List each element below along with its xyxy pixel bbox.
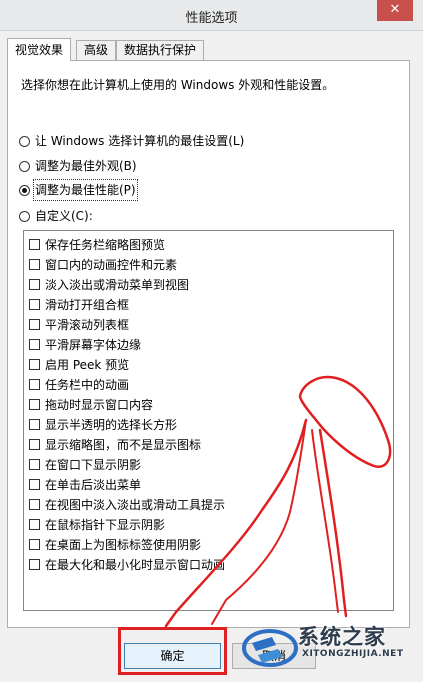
list-item[interactable]: 窗口内的动画控件和元素 — [29, 255, 177, 273]
checkbox-label: 平滑屏幕字体边缘 — [45, 337, 142, 352]
radio-custom[interactable]: 自定义(C): — [19, 207, 93, 225]
radio-button[interactable] — [19, 135, 30, 147]
checkbox[interactable] — [29, 478, 40, 490]
list-item[interactable]: 在视图中淡入淡出或滑动工具提示 — [29, 495, 225, 513]
close-icon: ✕ — [389, 2, 401, 17]
radio-button[interactable] — [19, 160, 30, 172]
checkbox[interactable] — [29, 278, 40, 290]
radio-label: 调整为最佳外观(B) — [35, 159, 137, 173]
checkbox-label: 在视图中淡入淡出或滑动工具提示 — [45, 497, 226, 512]
checkbox-label: 滑动打开组合框 — [45, 297, 130, 312]
checkbox[interactable] — [29, 318, 40, 330]
checkbox[interactable] — [29, 558, 40, 570]
list-item[interactable]: 淡入淡出或滑动菜单到视图 — [29, 275, 189, 293]
tab-visual-effects[interactable]: 视觉效果 — [7, 38, 72, 61]
close-button[interactable]: ✕ — [377, 0, 413, 21]
radio-let-windows-choose[interactable]: 让 Windows 选择计算机的最佳设置(L) — [19, 132, 244, 150]
checkbox-label: 显示缩略图，而不是显示图标 — [45, 437, 202, 452]
list-item[interactable]: 拖动时显示窗口内容 — [29, 395, 153, 413]
cancel-button[interactable]: 取消 — [232, 643, 316, 669]
list-item[interactable]: 在窗口下显示阴影 — [29, 455, 141, 473]
list-item[interactable]: 平滑滚动列表框 — [29, 315, 129, 333]
list-item[interactable]: 平滑屏幕字体边缘 — [29, 335, 141, 353]
checkbox-label: 在鼠标指针下显示阴影 — [45, 517, 166, 532]
checkbox[interactable] — [29, 538, 40, 550]
tab-advanced[interactable]: 高级 — [76, 40, 117, 60]
checkbox[interactable] — [29, 298, 40, 310]
checkbox[interactable] — [29, 518, 40, 530]
checkbox-label: 任务栏中的动画 — [45, 377, 130, 392]
checkbox-label: 拖动时显示窗口内容 — [45, 397, 154, 412]
list-item[interactable]: 保存任务栏缩略图预览 — [29, 235, 165, 253]
checkbox[interactable] — [29, 438, 40, 450]
checkbox[interactable] — [29, 378, 40, 390]
list-item[interactable]: 任务栏中的动画 — [29, 375, 129, 393]
radio-best-appearance[interactable]: 调整为最佳外观(B) — [19, 157, 137, 175]
title-bar: 性能选项 ✕ — [0, 0, 423, 31]
list-item[interactable]: 滑动打开组合框 — [29, 295, 129, 313]
list-item[interactable]: 显示缩略图，而不是显示图标 — [29, 435, 201, 453]
checkbox-label: 在单击后淡出菜单 — [45, 477, 142, 492]
radio-label: 自定义(C): — [35, 209, 93, 223]
watermark-url: XITONGZHIJIA.NET — [302, 649, 404, 659]
checkbox[interactable] — [29, 458, 40, 470]
window-title: 性能选项 — [185, 11, 238, 26]
list-item[interactable]: 在鼠标指针下显示阴影 — [29, 515, 165, 533]
radio-label: 让 Windows 选择计算机的最佳设置(L) — [35, 134, 245, 148]
list-item[interactable]: 显示半透明的选择长方形 — [29, 415, 177, 433]
radio-best-performance[interactable]: 调整为最佳性能(P) — [19, 179, 138, 201]
checkbox-label: 保存任务栏缩略图预览 — [45, 237, 166, 252]
description-text: 选择你想在此计算机上使用的 Windows 外观和性能设置。 — [21, 78, 335, 92]
list-item[interactable]: 在最大化和最小化时显示窗口动画 — [29, 555, 225, 573]
visual-effects-panel: 选择你想在此计算机上使用的 Windows 外观和性能设置。 让 Windows… — [7, 60, 410, 628]
checkbox[interactable] — [29, 498, 40, 510]
checkbox-label: 在窗口下显示阴影 — [45, 457, 142, 472]
list-item[interactable]: 在单击后淡出菜单 — [29, 475, 141, 493]
tab-data-execution-prevention[interactable]: 数据执行保护 — [116, 40, 205, 60]
checkbox-label: 显示半透明的选择长方形 — [45, 417, 178, 432]
checkbox-label: 在最大化和最小化时显示窗口动画 — [45, 557, 226, 572]
checkbox-label: 淡入淡出或滑动菜单到视图 — [45, 277, 190, 292]
checkbox-label: 启用 Peek 预览 — [45, 357, 130, 372]
checkbox[interactable] — [29, 398, 40, 410]
radio-button[interactable] — [19, 210, 30, 222]
checkbox[interactable] — [29, 418, 40, 430]
checkbox-label: 平滑滚动列表框 — [45, 317, 130, 332]
ok-button[interactable]: 确定 — [124, 643, 221, 669]
radio-button-selected[interactable] — [19, 184, 30, 196]
list-item[interactable]: 启用 Peek 预览 — [29, 355, 129, 373]
list-item[interactable]: 在桌面上为图标标签使用阴影 — [29, 535, 201, 553]
radio-label: 调整为最佳性能(P) — [33, 179, 138, 201]
effects-checkbox-list[interactable]: 保存任务栏缩略图预览 窗口内的动画控件和元素 淡入淡出或滑动菜单到视图 滑动打开… — [23, 230, 394, 611]
checkbox[interactable] — [29, 238, 40, 250]
checkbox[interactable] — [29, 258, 40, 270]
checkbox[interactable] — [29, 358, 40, 370]
checkbox-label: 在桌面上为图标标签使用阴影 — [45, 537, 202, 552]
checkbox-label: 窗口内的动画控件和元素 — [45, 257, 178, 272]
checkbox[interactable] — [29, 338, 40, 350]
